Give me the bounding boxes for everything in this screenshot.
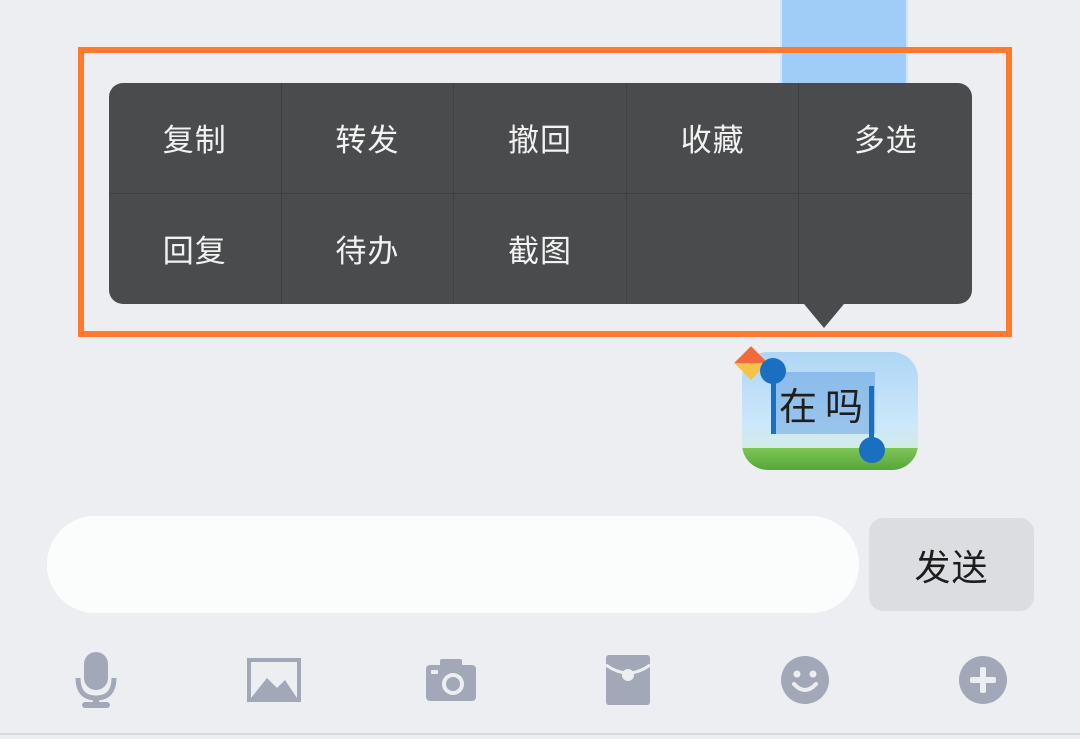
selection-start-handle[interactable] (760, 358, 786, 384)
microphone-icon[interactable] (68, 652, 124, 708)
selection-end-handle[interactable] (859, 437, 885, 463)
send-button[interactable]: 发送 (869, 518, 1034, 611)
annotation-highlight-frame (78, 47, 1012, 337)
composer-toolbar (0, 640, 1080, 720)
emoji-icon[interactable] (777, 652, 833, 708)
selection-start-bar (771, 378, 776, 434)
bottom-divider (0, 733, 1080, 735)
image-icon[interactable] (246, 652, 302, 708)
selection-end-bar (869, 386, 874, 442)
plus-icon[interactable] (955, 652, 1011, 708)
message-input[interactable] (47, 516, 859, 613)
red-packet-icon[interactable] (600, 652, 656, 708)
bubble-grass-decoration (742, 448, 918, 470)
message-text[interactable]: 在吗 (775, 372, 875, 434)
camera-icon[interactable] (423, 652, 479, 708)
